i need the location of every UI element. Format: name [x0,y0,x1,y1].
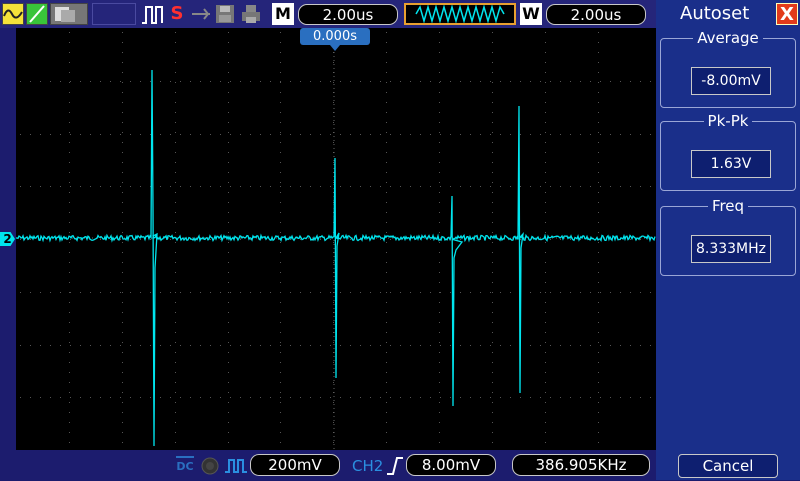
window-timebase-value[interactable]: 2.00us [546,4,646,25]
cancel-button[interactable]: Cancel [678,454,778,478]
pulse-icon [224,456,248,476]
status-empty-box [92,3,136,25]
measurement-value: 1.63V [691,150,771,178]
waveform-display[interactable] [16,28,656,450]
measurement-label: Average [693,29,763,47]
rising-edge-icon [386,455,404,477]
image-capture-icon[interactable] [50,3,88,25]
measurement-pk-pk[interactable]: Pk-Pk 1.63V [660,112,796,191]
run-state-indicator: S [170,3,184,24]
waveform-overview[interactable] [404,3,516,25]
measurement-average[interactable]: Average -8.00mV [660,29,796,108]
main-timebase-label: M [272,3,294,25]
waveform-trace-path [16,69,656,447]
channel-2-trace [16,69,656,447]
usb-icon [190,3,212,25]
trigger-pulse-icon [140,3,166,25]
frequency-counter-readout: 386.905KHz [512,454,650,476]
bandwidth-limit-icon [200,456,220,476]
measurement-value: 8.333MHz [691,235,771,263]
measurement-value: -8.00mV [691,67,771,95]
waveform-mode-icon[interactable] [2,3,24,25]
channel-2-level-marker[interactable]: 2 [0,232,15,246]
measurement-label: Pk-Pk [703,112,753,130]
trigger-time-offset[interactable]: 0.000s [300,28,370,45]
save-icon[interactable] [214,3,236,25]
trigger-position-pointer [330,45,340,51]
measurement-freq[interactable]: Freq 8.333MHz [660,197,796,276]
main-timebase-value[interactable]: 2.00us [298,4,398,25]
close-icon[interactable]: X [776,3,798,25]
trigger-source-label: CH2 [352,457,384,475]
measurement-label: Freq [707,197,749,215]
channel-scale-value[interactable]: 200mV [250,454,340,476]
window-timebase-label: W [520,3,542,25]
coupling-dc-icon: DC [176,456,194,478]
cursor-line-icon[interactable] [26,3,48,25]
print-icon[interactable] [240,3,262,25]
trigger-level-value[interactable]: 8.00mV [406,454,496,476]
